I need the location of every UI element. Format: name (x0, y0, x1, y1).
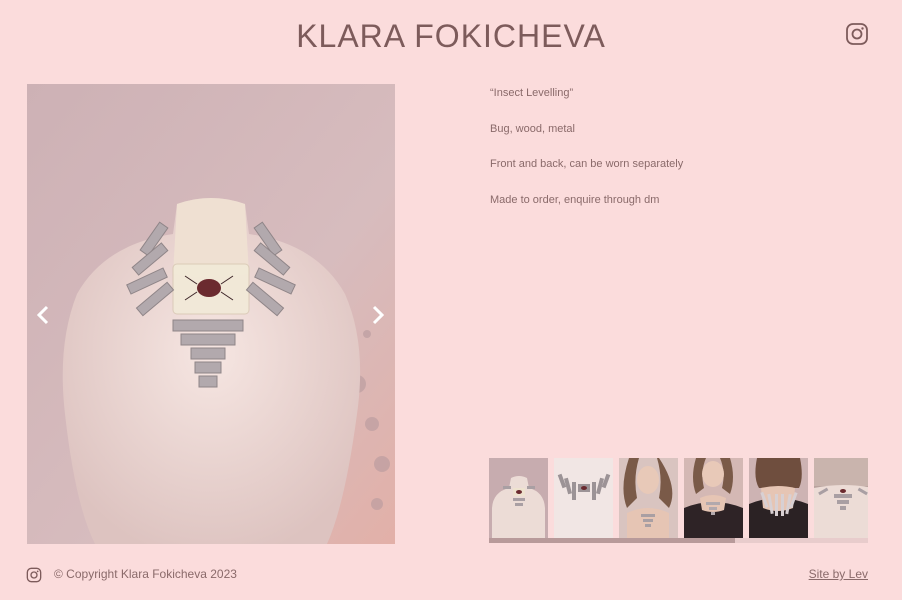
thumbnail-5[interactable] (749, 458, 808, 538)
site-title[interactable]: KLARA FOKICHEVA (0, 18, 902, 55)
thumbnail-3[interactable] (619, 458, 678, 538)
gallery-next-button[interactable] (367, 300, 389, 330)
product-description: “Insect Levelling” Bug, wood, metal Fron… (490, 86, 870, 228)
product-wear-info: Front and back, can be worn separately (490, 158, 684, 170)
product-order-info: Made to order, enquire through dm (490, 193, 660, 206)
product-title: “Insect Levelling” (490, 87, 574, 99)
gallery-prev-button[interactable] (32, 300, 54, 330)
thumbnail-2[interactable] (554, 458, 613, 538)
thumbnail-1[interactable] (489, 458, 548, 538)
copyright-text: © Copyright Klara Fokicheva 2023 (54, 567, 237, 581)
thumbnail-6[interactable] (814, 458, 868, 538)
chevron-left-icon (37, 305, 49, 325)
thumbnail-scrollbar[interactable] (489, 538, 868, 543)
product-main-image (27, 84, 395, 544)
instagram-icon[interactable] (26, 567, 42, 583)
chevron-right-icon (372, 305, 384, 325)
instagram-icon[interactable] (845, 22, 869, 46)
product-materials: Bug, wood, metal (490, 122, 575, 135)
thumbnail-4[interactable] (684, 458, 743, 538)
scrollbar-thumb[interactable] (489, 538, 735, 543)
thumbnail-strip (489, 458, 868, 538)
site-credit-link[interactable]: Site by Lev (809, 567, 868, 581)
